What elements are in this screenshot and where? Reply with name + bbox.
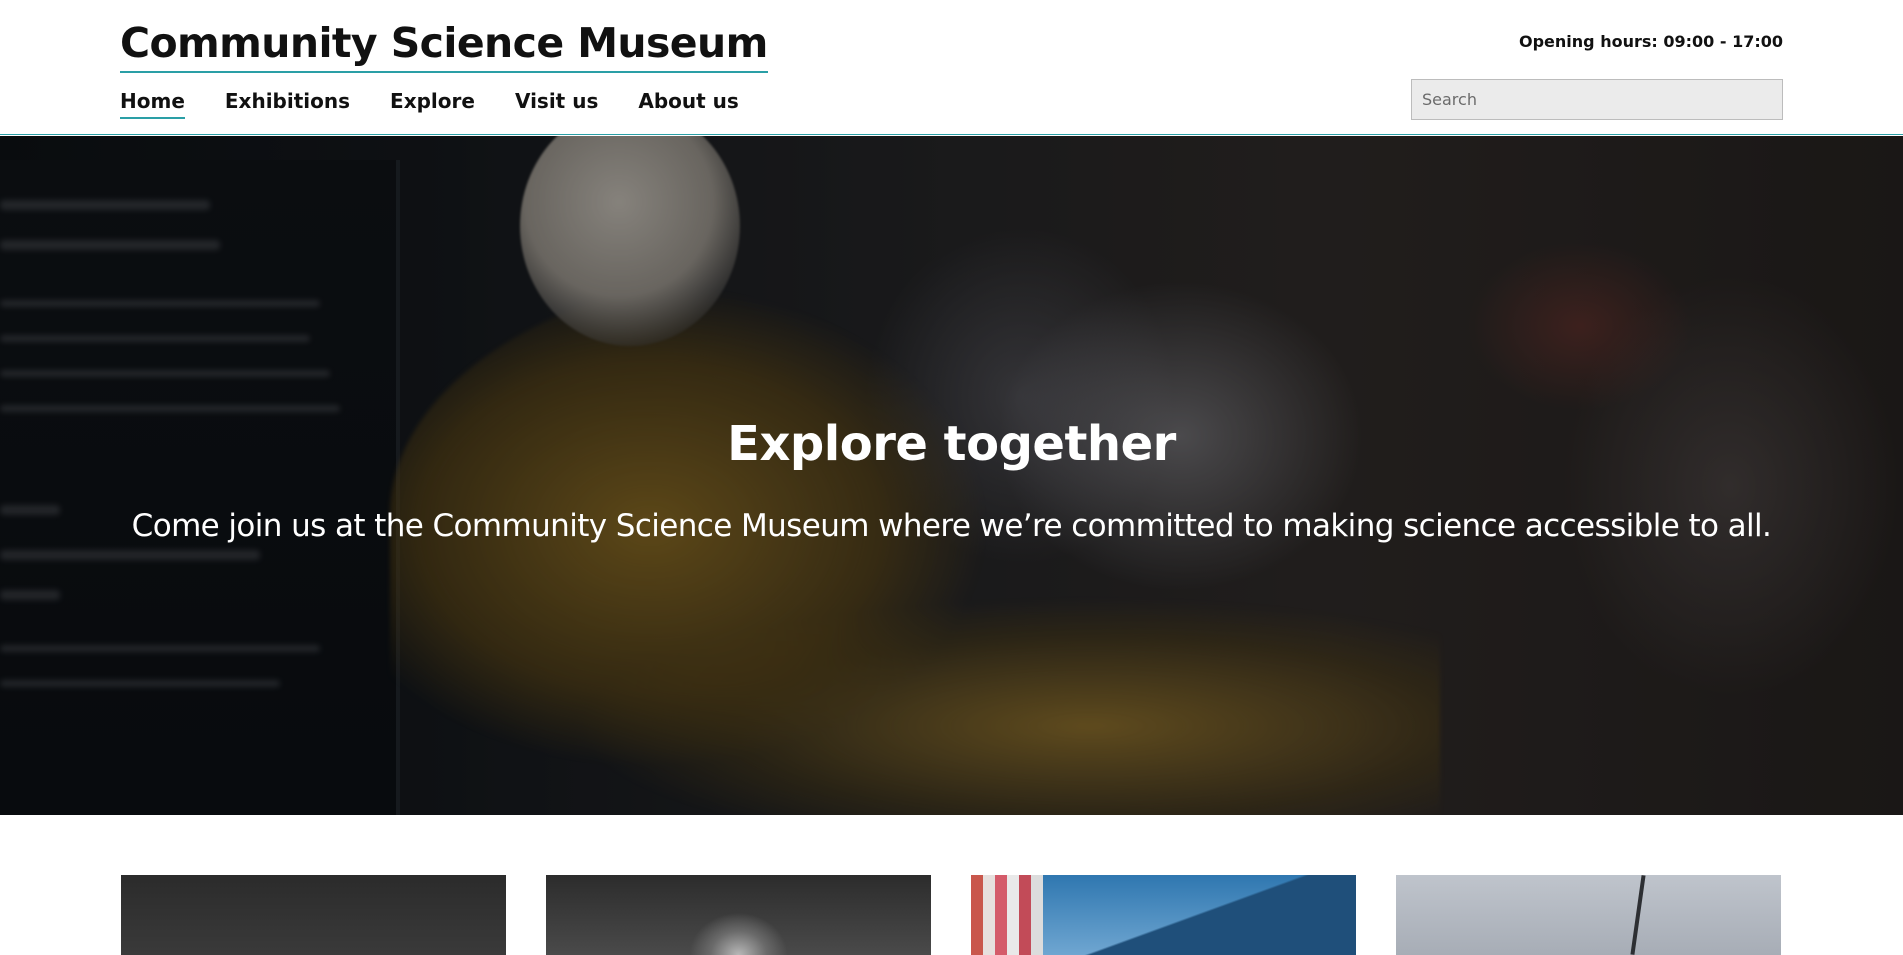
feature-card-image[interactable] (121, 875, 506, 955)
hero-subtitle: Come join us at the Community Science Mu… (131, 508, 1772, 544)
nav-explore[interactable]: Explore (390, 88, 475, 119)
opening-hours: Opening hours: 09:00 - 17:00 (1519, 32, 1783, 51)
feature-card-image[interactable] (546, 875, 931, 955)
feature-card-image[interactable] (971, 875, 1356, 955)
site-header: Community Science Museum Opening hours: … (0, 0, 1903, 135)
hero-banner: Explore together Come join us at the Com… (0, 136, 1903, 815)
main-nav: Home Exhibitions Explore Visit us About … (120, 88, 779, 119)
nav-visit-us[interactable]: Visit us (515, 88, 598, 119)
feature-cards (121, 875, 1781, 955)
hero-title: Explore together (727, 416, 1176, 472)
nav-exhibitions[interactable]: Exhibitions (225, 88, 350, 119)
card-image-detail (1396, 875, 1781, 955)
nav-home[interactable]: Home (120, 88, 185, 119)
nav-about-us[interactable]: About us (638, 88, 738, 119)
site-title-link[interactable]: Community Science Museum (120, 20, 768, 73)
feature-card-image[interactable] (1396, 875, 1781, 955)
hero-overlay (0, 136, 1903, 815)
search-input[interactable] (1411, 79, 1783, 120)
